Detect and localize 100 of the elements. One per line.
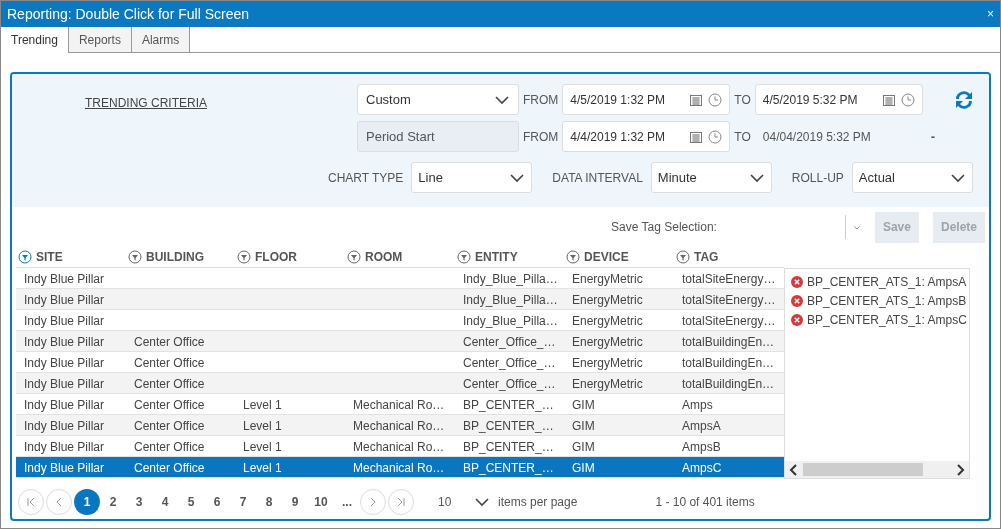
table-row[interactable]: Indy Blue Pillar Center Office Center_Office_… EnergyMetric totalBuildingEn… [16,331,784,352]
page-button[interactable]: 10 [308,489,334,515]
page-button[interactable]: 5 [178,489,204,515]
table-cell: Indy_Blue_Pilla… [463,272,558,286]
option-label: DATA INTERVAL [552,169,643,187]
table-row[interactable]: Indy Blue Pillar Indy_Blue_Pilla… EnergyMetric totalSiteEnergy… [16,289,784,310]
table-cell: Center Office [134,398,205,412]
table-cell: Indy_Blue_Pilla… [463,293,558,307]
table-cell: Mechanical Ro… [353,419,445,433]
caret-icon [474,496,490,508]
table-cell: AmpsB [682,440,721,454]
to-label: TO [734,128,751,146]
option-select[interactable]: Minute [650,162,772,193]
page-button[interactable]: 6 [204,489,230,515]
column-header[interactable]: SITE [16,247,126,267]
to-label: TO [734,91,751,109]
table-cell: EnergyMetric [572,335,643,349]
page-button[interactable]: 9 [282,489,308,515]
table-cell: totalSiteEnergy… [682,293,776,307]
table-cell: totalSiteEnergy… [682,314,776,328]
table-cell: Indy Blue Pillar [24,293,105,307]
selected-tag: BP_CENTER_ATS_1: AmpsB [807,291,967,310]
table-cell: BP_CENTER_… [463,419,554,433]
caret-icon [509,171,526,184]
filter-icon[interactable] [676,250,690,264]
tab[interactable]: Alarms [131,27,191,52]
save-tag-selection-label: Save Tag Selection: [611,219,717,236]
filter-icon[interactable] [128,250,142,264]
table-cell: AmpsA [682,419,721,433]
filter-icon[interactable] [457,250,471,264]
clock-icon[interactable] [708,129,723,144]
filter-icon[interactable] [566,250,580,264]
filter-icon[interactable] [347,250,361,264]
table-cell: Indy Blue Pillar [24,335,105,349]
table-cell: totalBuildingEn… [682,356,775,370]
table-cell: Center_Office_… [463,356,556,370]
tab[interactable]: Reports [68,27,132,52]
table-cell: Indy Blue Pillar [24,377,105,391]
calendar-icon[interactable] [690,93,703,106]
column-header[interactable]: FLOOR [235,247,345,267]
horizontal-scrollbar[interactable] [785,461,969,478]
table-row[interactable]: Indy Blue Pillar Center Office Level 1 Mechanical Ro… BP_CENTER_… GIM AmpsA [16,415,784,436]
table-cell: Center Office [134,461,205,475]
remove-icon[interactable] [791,275,803,288]
page-button[interactable]: 8 [256,489,282,515]
date-time-field[interactable]: 4/4/2019 1:32 PM [562,121,731,152]
table-cell: Level 1 [243,398,282,412]
tab[interactable]: Trending [1,27,69,53]
page-size-select[interactable]: 10 [438,493,490,511]
table-cell: Indy Blue Pillar [24,314,105,328]
table-cell: Indy Blue Pillar [24,398,105,412]
column-header[interactable]: ROOM [345,247,455,267]
table-cell: EnergyMetric [572,293,643,307]
dash-mark: - [930,127,936,146]
clock-icon[interactable] [708,92,723,107]
table-cell: EnergyMetric [572,272,643,286]
range-select[interactable]: Custom [357,84,519,115]
more-pages-button[interactable]: ... [334,489,360,515]
page-button[interactable]: 1 [74,489,100,515]
remove-icon[interactable] [791,294,803,307]
table-row[interactable]: Indy Blue Pillar Center Office Center_Office_… EnergyMetric totalBuildingEn… [16,373,784,394]
table-cell: Center Office [134,335,205,349]
table-row[interactable]: Indy Blue Pillar Center Office Level 1 Mechanical Ro… BP_CENTER_… GIM AmpsC [16,457,784,478]
scroll-left-icon[interactable] [789,463,799,476]
table-cell: totalSiteEnergy… [682,272,776,286]
page-button[interactable]: 2 [100,489,126,515]
calendar-icon[interactable] [690,130,703,143]
option-select[interactable]: Actual [851,162,973,193]
table-cell: GIM [572,419,595,433]
page-button[interactable]: 4 [152,489,178,515]
column-header[interactable]: DEVICE [564,247,674,267]
table-cell: GIM [572,461,595,475]
calendar-icon[interactable] [882,93,895,106]
date-time-field[interactable]: 4/5/2019 1:32 PM [562,84,731,115]
column-header[interactable]: ENTITY [455,247,564,267]
table-cell: Level 1 [243,440,282,454]
clock-icon[interactable] [900,92,915,107]
table-cell: BP_CENTER_… [463,440,554,454]
close-button[interactable]: × [987,8,994,20]
table-cell: Mechanical Ro… [353,440,445,454]
compare-select[interactable]: Period Start [357,121,519,152]
table-cell: Indy Blue Pillar [24,440,105,454]
trending-criteria-link[interactable]: TRENDING CRITERIA [85,94,207,112]
filter-icon[interactable] [18,250,32,264]
option-select[interactable]: Line [411,162,533,193]
caret-icon [494,93,510,106]
table-cell: Center_Office_… [463,377,556,391]
table-cell: EnergyMetric [572,314,643,328]
filter-icon[interactable] [237,250,251,264]
column-header[interactable]: BUILDING [126,247,235,267]
scroll-right-icon[interactable] [955,463,965,476]
remove-icon[interactable] [791,313,803,326]
option-label: CHART TYPE [328,169,404,187]
page-button[interactable]: 7 [230,489,256,515]
column-header[interactable]: TAG [674,247,784,267]
table-cell: Center Office [134,377,205,391]
page-button[interactable]: 3 [126,489,152,515]
date-time-field[interactable]: 4/5/2019 5:32 PM [754,84,923,115]
caret-icon [949,171,966,184]
table-cell: Indy_Blue_Pilla… [463,314,558,328]
